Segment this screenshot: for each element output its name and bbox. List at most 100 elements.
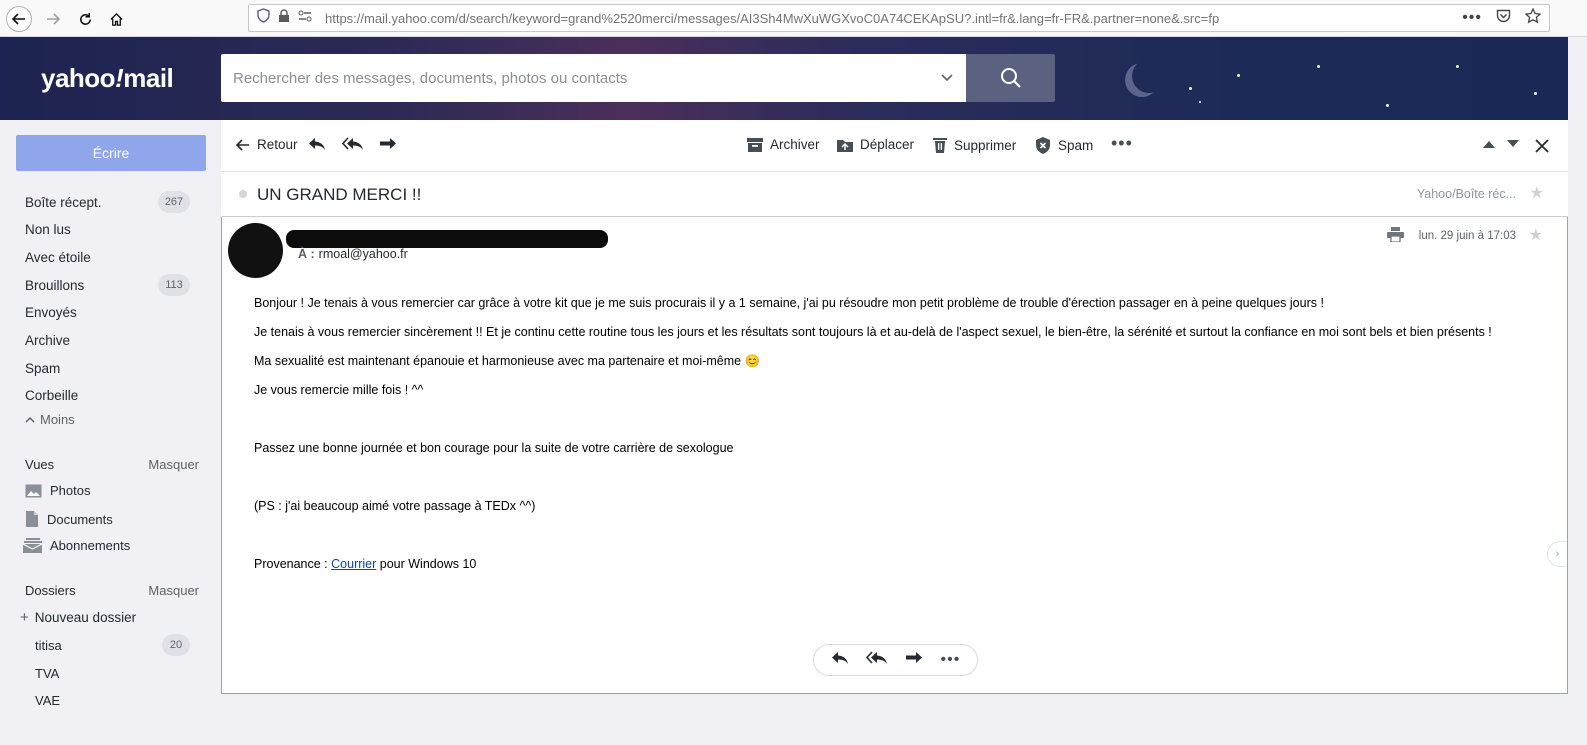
user-folder-vae[interactable]: VAE [35,689,190,711]
back-arrow-icon[interactable] [6,6,32,32]
spam-shield-icon [1036,137,1050,154]
folder-trash[interactable]: Corbeille [25,382,195,408]
archive-button[interactable]: Archiver [747,137,820,152]
message-body: Bonjour ! Je tenais à vous remercier car… [254,295,1504,585]
print-icon[interactable] [1387,227,1404,247]
user-folder-titisa[interactable]: titisa 20 [35,634,190,656]
folder-label: Corbeille [25,387,79,403]
folder-spam[interactable]: Spam [25,355,195,381]
page-actions-icon[interactable]: ••• [1462,9,1482,27]
folder-drafts[interactable]: Brouillons 113 [25,272,195,298]
folder-archive[interactable]: Archive [25,327,195,353]
folder-label: VAE [35,692,61,708]
chevron-up-icon [25,416,35,423]
url-text[interactable]: https://mail.yahoo.com/d/search/keyword=… [325,11,1462,26]
delete-label: Supprimer [954,137,1017,153]
view-documents[interactable]: Documents [25,511,113,527]
star-icon[interactable]: ★ [1530,183,1544,203]
yahoo-mail-logo[interactable]: yahoo!mail [41,63,174,94]
previous-message-icon[interactable] [1483,140,1495,148]
more-icon[interactable]: ••• [941,651,961,669]
compose-button[interactable]: Écrire [16,135,206,171]
courrier-link[interactable]: Courrier [331,557,376,571]
mail-header: yahoo!mail [0,37,1568,120]
smiley-emoji: 😊 [744,354,761,368]
delete-button[interactable]: Supprimer [933,137,1016,153]
folder-label: Avec étoile [25,249,91,265]
folder-starred[interactable]: Avec étoile [25,244,195,270]
folder-inbox[interactable]: Boîte récept. 267 [25,189,195,215]
search-input[interactable] [233,69,927,87]
subject-row: UN GRAND MERCI !! Yahoo/Boîte réc... ★ [221,172,1568,217]
bookmark-star-icon[interactable] [1524,6,1542,29]
star-decoration [1317,65,1320,68]
new-folder-label: Nouveau dossier [34,610,137,625]
signature-prefix: Provenance : [254,557,332,571]
folder-label: TVA [35,665,60,681]
next-message-icon[interactable] [1507,140,1519,148]
move-button[interactable]: Déplacer [837,137,914,152]
logo-mail-text: mail [123,63,174,93]
back-label: Retour [257,137,298,152]
close-icon[interactable] [1535,139,1549,153]
view-label: Abonnements [50,538,131,553]
forward-arrow-icon[interactable] [40,6,66,32]
folder-unread[interactable]: Non lus [25,216,195,242]
recipient-line: À : rmoal@yahoo.fr [298,247,408,261]
view-label: Documents [47,511,113,527]
archive-icon [747,137,763,152]
read-status-dot[interactable] [239,190,247,198]
folders-hide-link[interactable]: Masquer [148,583,199,598]
folder-label: Archive [25,332,71,348]
view-subscriptions[interactable]: Abonnements [23,538,130,553]
show-less-toggle[interactable]: Moins [25,412,75,427]
spam-button[interactable]: Spam [1035,137,1093,154]
home-icon[interactable] [103,6,129,32]
logo-yahoo-text: yahoo [41,63,116,93]
reload-icon[interactable] [72,6,98,32]
draft-count-badge: 113 [158,274,190,296]
folders-section-header: Dossiers Masquer [25,583,199,598]
star-decoration [1189,87,1192,90]
body-paragraph: Ma sexualité est maintenant épanouie et … [254,353,1504,369]
body-paragraph: Passez une bonne journée et bon courage … [254,441,734,455]
reply-all-icon[interactable] [865,650,888,670]
lock-icon[interactable] [278,8,290,28]
shield-icon[interactable] [257,8,270,28]
chevron-down-icon[interactable] [927,74,967,82]
recipient-address[interactable]: rmoal@yahoo.fr [319,247,408,261]
subscriptions-icon [23,538,42,553]
more-actions-icon[interactable]: ••• [1111,133,1133,154]
body-paragraph: Je tenais à vous remercier sincèrement !… [254,325,1492,339]
back-button[interactable]: Retour [236,137,298,152]
sender-avatar[interactable] [228,223,283,278]
body-paragraph: Je vous remercie mille fois ! ^^ [254,383,424,397]
user-folder-tva[interactable]: TVA [35,662,190,684]
reply-button[interactable] [308,137,326,151]
moon-decoration [1132,59,1166,93]
message-toolbar: Retour Archiver Déplacer Supprimer Spam … [221,120,1568,172]
search-button[interactable] [966,54,1055,102]
address-bar[interactable]: https://mail.yahoo.com/d/search/keyword=… [248,4,1550,32]
views-hide-link[interactable]: Masquer [148,457,199,472]
view-photos[interactable]: Photos [25,483,90,498]
pocket-icon[interactable] [1496,9,1511,28]
chevron-right-icon[interactable]: › [1547,541,1567,567]
body-paragraph: Bonjour ! Je tenais à vous remercier car… [254,296,1324,310]
signature-suffix: pour Windows 10 [376,557,477,571]
views-title: Vues [25,457,55,472]
reply-icon [309,138,325,150]
new-folder-button[interactable]: + Nouveau dossier [20,609,136,626]
forward-button[interactable] [379,137,397,151]
reply-all-button[interactable] [342,137,364,151]
star-decoration [1386,104,1389,107]
quick-reply-bar: ••• [813,644,978,676]
search-icon [1000,68,1021,88]
permissions-icon[interactable] [298,9,312,27]
folder-sent[interactable]: Envoyés [25,299,195,325]
forward-icon[interactable] [905,651,923,670]
star-icon[interactable]: ★ [1529,225,1543,245]
reply-icon[interactable] [831,651,849,670]
folder-tag[interactable]: Yahoo/Boîte réc... [1417,187,1516,201]
star-decoration [1456,65,1459,68]
